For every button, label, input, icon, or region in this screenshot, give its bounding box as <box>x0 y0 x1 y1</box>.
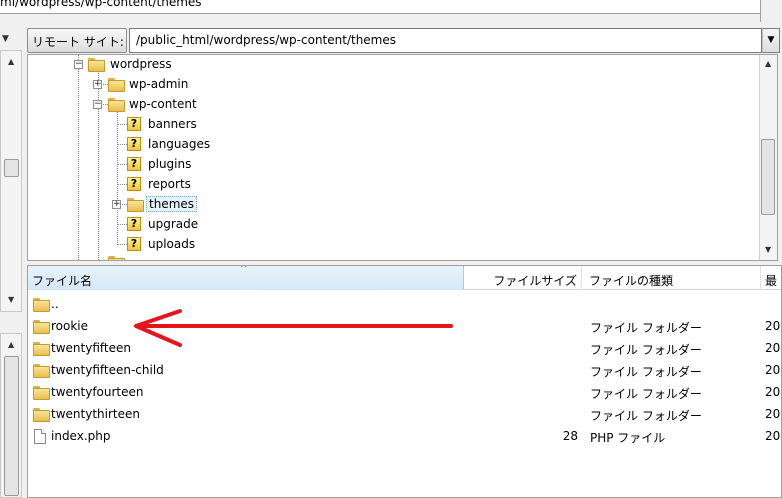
file-name: twentyfifteen <box>51 341 131 355</box>
column-header-name[interactable]: ^ ファイル名 <box>28 266 464 290</box>
folder-icon <box>33 342 50 356</box>
unknown-folder-icon: ? <box>127 157 141 171</box>
tree-scrollbar[interactable]: ▲ ▼ <box>759 55 777 260</box>
scroll-down-icon[interactable]: ▼ <box>8 295 14 304</box>
tree-item-label: plugins <box>148 157 192 171</box>
file-date: 20 <box>765 363 781 377</box>
tree-item-label: banners <box>148 117 197 131</box>
remote-path-dropdown-button[interactable]: ▼ <box>762 28 780 53</box>
column-header-size[interactable]: ファイルサイズ <box>465 266 582 290</box>
remote-site-bar: リモート サイト: /public_html/wordpress/wp-cont… <box>27 28 780 53</box>
tree-item-wp-admin[interactable]: + wp-admin <box>28 75 328 95</box>
remote-directory-tree[interactable]: − wordpress + wp-admin − wp-content ? ba… <box>27 54 778 261</box>
expand-icon[interactable]: + <box>112 200 121 209</box>
unknown-folder-icon: ? <box>127 177 141 191</box>
folder-icon <box>33 408 50 422</box>
tree-item-label: wordpress <box>110 57 172 71</box>
scroll-up-icon[interactable]: ▲ <box>765 59 771 68</box>
tree-item-label: languages <box>148 137 211 151</box>
file-type: ファイル フォルダー <box>590 321 702 335</box>
tree-item-wp-content[interactable]: − wp-content <box>28 95 328 115</box>
unknown-folder-icon: ? <box>127 117 141 131</box>
folder-icon <box>88 58 105 72</box>
column-header-type[interactable]: ファイルの種類 <box>583 266 761 290</box>
folder-icon <box>33 320 50 334</box>
sort-ascending-icon: ^ <box>240 265 248 274</box>
file-type: ファイル フォルダー <box>590 409 702 423</box>
scroll-up-icon[interactable]: ▲ <box>8 340 14 349</box>
collapse-icon[interactable]: − <box>74 60 83 69</box>
scroll-up-icon[interactable]: ▲ <box>8 57 14 66</box>
folder-icon <box>33 386 50 400</box>
collapse-icon[interactable]: − <box>93 100 102 109</box>
file-date: 20 <box>765 341 781 355</box>
remote-file-list[interactable]: ^ ファイル名 ファイルサイズ ファイルの種類 最 .. rookie ファイル… <box>27 265 782 498</box>
tree-item-label: wp-admin <box>129 77 189 91</box>
file-type: ファイル フォルダー <box>590 365 702 379</box>
file-row[interactable]: twentyfourteen ファイル フォルダー 20 <box>28 381 781 403</box>
column-header-label: ファイル名 <box>32 274 93 288</box>
unknown-folder-icon: ? <box>127 217 141 231</box>
remote-site-label: リモート サイト: <box>27 28 127 53</box>
tree-item-plugins[interactable]: ? plugins <box>28 155 328 175</box>
local-path-text: ml/wordpress/wp-content/themes <box>0 0 202 9</box>
tree-item-label: uploads <box>148 237 196 251</box>
tree-item-label: reports <box>148 177 191 191</box>
tree-item-uploads[interactable]: ? uploads <box>28 235 328 255</box>
file-row[interactable]: rookie ファイル フォルダー 20 <box>28 315 781 337</box>
file-date: 20 <box>765 319 781 333</box>
file-date: 20 <box>765 385 781 399</box>
file-name: twentythirteen <box>51 407 140 421</box>
scrollbar-thumb[interactable] <box>761 139 775 215</box>
tree-item-languages[interactable]: ? languages <box>28 135 328 155</box>
file-size: 28 <box>562 429 578 443</box>
file-row[interactable]: twentythirteen ファイル フォルダー 20 <box>28 403 781 425</box>
file-name: index.php <box>51 429 111 443</box>
unknown-folder-icon: ? <box>127 237 141 251</box>
file-row[interactable]: index.php 28 PHP ファイル 20 <box>28 425 781 447</box>
unknown-folder-icon: ? <box>127 137 141 151</box>
file-icon <box>34 429 46 444</box>
tree-item-upgrade[interactable]: ? upgrade <box>28 215 328 235</box>
scrollbar-thumb[interactable] <box>4 159 19 177</box>
tree-item-label: upgrade <box>148 217 199 231</box>
local-path-bar[interactable]: ml/wordpress/wp-content/themes <box>0 0 760 14</box>
file-date: 20 <box>765 407 781 421</box>
folder-icon <box>33 364 50 378</box>
scroll-down-icon[interactable]: ▼ <box>765 245 771 254</box>
column-header-date[interactable]: 最 <box>762 266 781 290</box>
file-type: PHP ファイル <box>590 431 666 445</box>
folder-icon <box>108 256 125 260</box>
file-row[interactable]: twentyfifteen-child ファイル フォルダー 20 <box>28 359 781 381</box>
file-type: ファイル フォルダー <box>590 343 702 357</box>
folder-icon <box>108 78 125 92</box>
tree-item-banners[interactable]: ? banners <box>28 115 328 135</box>
expand-icon[interactable]: + <box>93 80 102 89</box>
tree-item-wordpress[interactable]: − wordpress <box>28 55 328 75</box>
top-scrollbar-corner[interactable] <box>760 0 782 22</box>
tree-item-label: themes <box>146 196 198 212</box>
local-dropdown-arrow-icon[interactable]: ▼ <box>2 34 9 44</box>
tree-item-themes[interactable]: + themes <box>28 195 328 215</box>
file-name: .. <box>51 297 59 311</box>
file-date: 20 <box>765 429 781 443</box>
tree-item-reports[interactable]: ? reports <box>28 175 328 195</box>
folder-icon <box>33 298 50 312</box>
file-list-header: ^ ファイル名 ファイルサイズ ファイルの種類 最 <box>28 266 781 290</box>
file-row[interactable]: twentyfifteen ファイル フォルダー 20 <box>28 337 781 359</box>
tree-item-label: wp-content <box>129 97 197 111</box>
local-tree-scrollbar[interactable]: ▲ ▼ <box>0 50 22 312</box>
remote-path-input[interactable]: /public_html/wordpress/wp-content/themes <box>129 28 762 53</box>
file-name: twentyfourteen <box>51 385 144 399</box>
folder-icon <box>127 198 144 212</box>
local-list-scrollbar[interactable]: ▲ <box>0 333 22 498</box>
file-name: rookie <box>51 319 89 333</box>
file-type: ファイル フォルダー <box>590 387 702 401</box>
folder-icon <box>108 98 125 112</box>
scrollbar-thumb[interactable] <box>4 356 19 496</box>
file-name: twentyfifteen-child <box>51 363 164 377</box>
file-row[interactable]: .. <box>28 293 781 315</box>
